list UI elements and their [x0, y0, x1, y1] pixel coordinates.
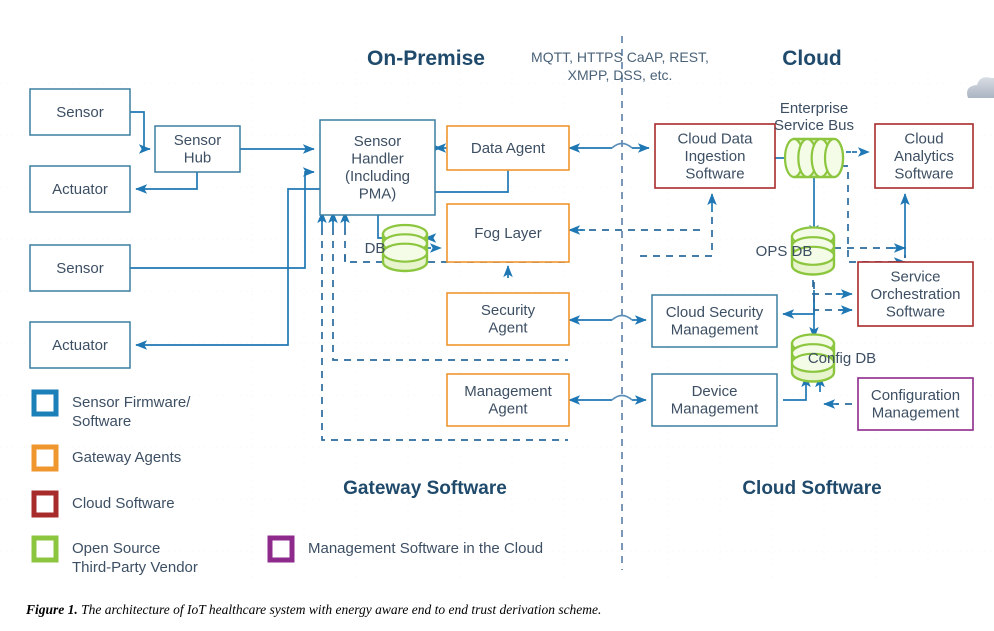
database-icon-ops-db: OPS DB — [756, 226, 836, 276]
database-icon-gateway-db: DB — [365, 223, 429, 273]
legend-item-open-source: Open Source Third-Party Vendor — [31, 535, 198, 576]
node-label-managementagent: Management — [464, 383, 552, 400]
node-label-sensor1: Sensor — [56, 104, 104, 121]
esb-icon: EnterpriseService Bus — [774, 100, 854, 179]
diagram-canvas: SensorActuatorSensorActuatorSensorHubSen… — [0, 36, 994, 580]
node-label-actuator2: Actuator — [52, 337, 108, 354]
node-devicemanagement[interactable]: DeviceManagement — [651, 373, 778, 427]
node-label-sensorhub: Sensor — [174, 132, 222, 149]
esb-label-line1: Enterprise — [780, 100, 848, 117]
figure-caption: Figure 1. The architecture of IoT health… — [26, 601, 966, 619]
node-label-devicemanagement: Management — [671, 401, 759, 418]
section-title-cloud: Cloud — [782, 47, 841, 70]
node-label-sensorhandler: Handler — [351, 151, 404, 168]
node-label-serviceorchestration: Orchestration — [870, 286, 960, 303]
node-label-serviceorchestration: Software — [886, 303, 945, 320]
node-foglayer[interactable]: Fog Layer — [446, 203, 570, 263]
cloud-decoration-icon — [967, 77, 994, 98]
node-label-managementagent: Agent — [488, 401, 528, 418]
protocol-note-line1: MQTT, HTTPS CaAP, REST, — [531, 49, 709, 65]
database-icons-layer: DB OPS DB Config DB — [365, 223, 876, 383]
node-managementagent[interactable]: ManagementAgent — [446, 373, 570, 427]
database-label-gateway-db: DB — [365, 240, 386, 257]
node-label-cloudsecurity: Management — [671, 322, 759, 339]
node-label-foglayer: Fog Layer — [474, 225, 542, 242]
node-label-securityagent: Agent — [488, 320, 528, 337]
node-label-sensorhandler: Sensor — [354, 133, 402, 150]
node-label-actuator1: Actuator — [52, 181, 108, 198]
architecture-diagram: Sensor Actuator Sensor Actuator Sensor Hub Sen… — [0, 0, 994, 631]
node-label-configurationmanagement: Configuration — [871, 387, 960, 404]
legend-item-management-cloud: Management Software in the Cloud — [267, 535, 543, 563]
legend-swatch-gateway-agents — [31, 444, 59, 472]
legend-label-cloud-software: Cloud Software — [72, 495, 175, 512]
legend-item-cloud-software: Cloud Software — [31, 490, 175, 518]
node-label-sensorhub: Hub — [184, 150, 212, 167]
caption-body: The architecture of IoT healthcare syste… — [77, 602, 602, 617]
legend-swatch-cloud-software — [31, 490, 59, 518]
database-label-ops-db: OPS DB — [756, 243, 813, 260]
node-label-devicemanagement: Device — [692, 383, 738, 400]
node-label-cloudanalytics: Analytics — [894, 148, 954, 165]
caption-prefix: Figure 1. — [26, 602, 78, 617]
node-label-sensorhandler: (Including — [345, 168, 410, 185]
database-label-config-db: Config DB — [808, 350, 876, 367]
section-title-on-premise: On-Premise — [367, 47, 485, 70]
legend-swatch-open-source — [31, 535, 59, 563]
enterprise-service-bus-layer: EnterpriseService Bus — [774, 100, 854, 179]
node-serviceorchestration[interactable]: ServiceOrchestrationSoftware — [857, 261, 974, 327]
connector-ops-to-orchestration — [812, 280, 840, 295]
legend-swatch-sensor-firmware — [31, 389, 59, 417]
node-clouddataingestion[interactable]: Cloud DataIngestionSoftware — [654, 123, 776, 189]
legend-label-open-source: Open Source — [72, 540, 160, 557]
node-label-cloudanalytics: Cloud — [904, 130, 943, 147]
node-actuator1[interactable]: Actuator — [29, 165, 131, 213]
legend-label-sensor-firmware: Sensor Firmware/ — [72, 394, 191, 411]
node-actuator2[interactable]: Actuator — [29, 321, 131, 369]
node-label-serviceorchestration: Service — [890, 268, 940, 285]
legend-swatch-management-cloud — [267, 535, 295, 563]
node-label-dataagent: Data Agent — [471, 140, 546, 157]
node-label-cloudsecurity: Cloud Security — [666, 304, 764, 321]
legend-label-sensor-firmware: Software — [72, 413, 131, 430]
connector-group-cross-boundary — [568, 144, 649, 401]
node-sensor1[interactable]: Sensor — [29, 88, 131, 136]
section-title-cloud-software: Cloud Software — [742, 478, 881, 499]
node-dataagent[interactable]: Data Agent — [446, 125, 570, 171]
legend-item-gateway-agents: Gateway Agents — [31, 444, 181, 472]
node-configurationmanagement[interactable]: ConfigurationManagement — [857, 377, 974, 431]
database-icon-config-db: Config DB — [790, 333, 876, 383]
protocol-note-line2: XMPP, DSS, etc. — [568, 67, 673, 83]
node-sensor2[interactable]: Sensor — [29, 244, 131, 292]
node-label-sensor2: Sensor — [56, 260, 104, 277]
node-cloudanalytics[interactable]: CloudAnalyticsSoftware — [874, 123, 974, 189]
node-label-configurationmanagement: Management — [872, 405, 960, 422]
esb-label-line2: Service Bus — [774, 117, 854, 134]
node-sensorhub[interactable]: SensorHub — [154, 125, 241, 173]
legend-item-sensor-firmware: Sensor Firmware/Software — [31, 389, 191, 430]
node-sensorhandler[interactable]: SensorHandler(IncludingPMA) — [319, 119, 436, 216]
node-securityagent[interactable]: SecurityAgent — [446, 292, 570, 346]
node-label-securityagent: Security — [481, 302, 536, 319]
section-title-gateway-software: Gateway Software — [343, 478, 507, 499]
legend-label-management-cloud: Management Software in the Cloud — [308, 540, 543, 557]
node-label-clouddataingestion: Cloud Data — [677, 130, 753, 147]
node-label-sensorhandler: PMA) — [359, 186, 397, 203]
legend-label-open-source: Third-Party Vendor — [72, 559, 198, 576]
node-label-clouddataingestion: Ingestion — [685, 148, 746, 165]
node-label-cloudanalytics: Software — [894, 165, 953, 182]
legend-label-gateway-agents: Gateway Agents — [72, 449, 181, 466]
node-label-clouddataingestion: Software — [685, 165, 744, 182]
node-cloudsecurity[interactable]: Cloud SecurityManagement — [651, 294, 778, 348]
